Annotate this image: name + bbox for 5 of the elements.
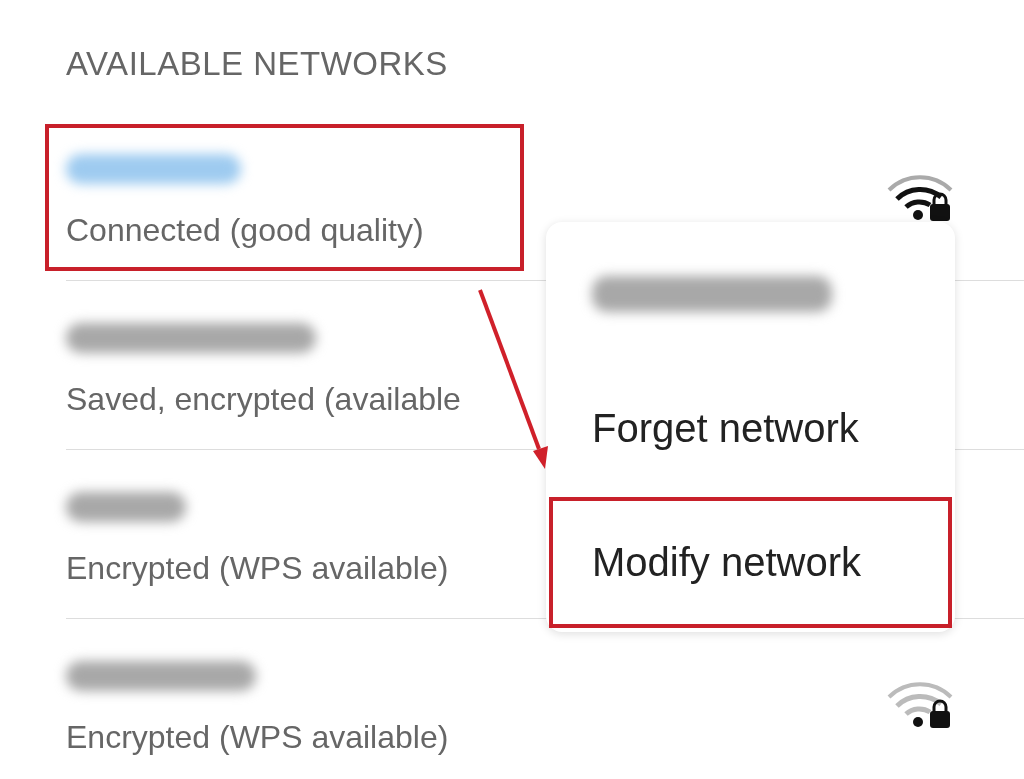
network-status: Connected (good quality) [66,211,424,250]
network-status: Saved, encrypted (available [66,380,461,419]
network-status: Encrypted (WPS available) [66,718,449,757]
section-header: AVAILABLE NETWORKS [65,44,449,84]
network-status: Encrypted (WPS available) [66,549,449,588]
